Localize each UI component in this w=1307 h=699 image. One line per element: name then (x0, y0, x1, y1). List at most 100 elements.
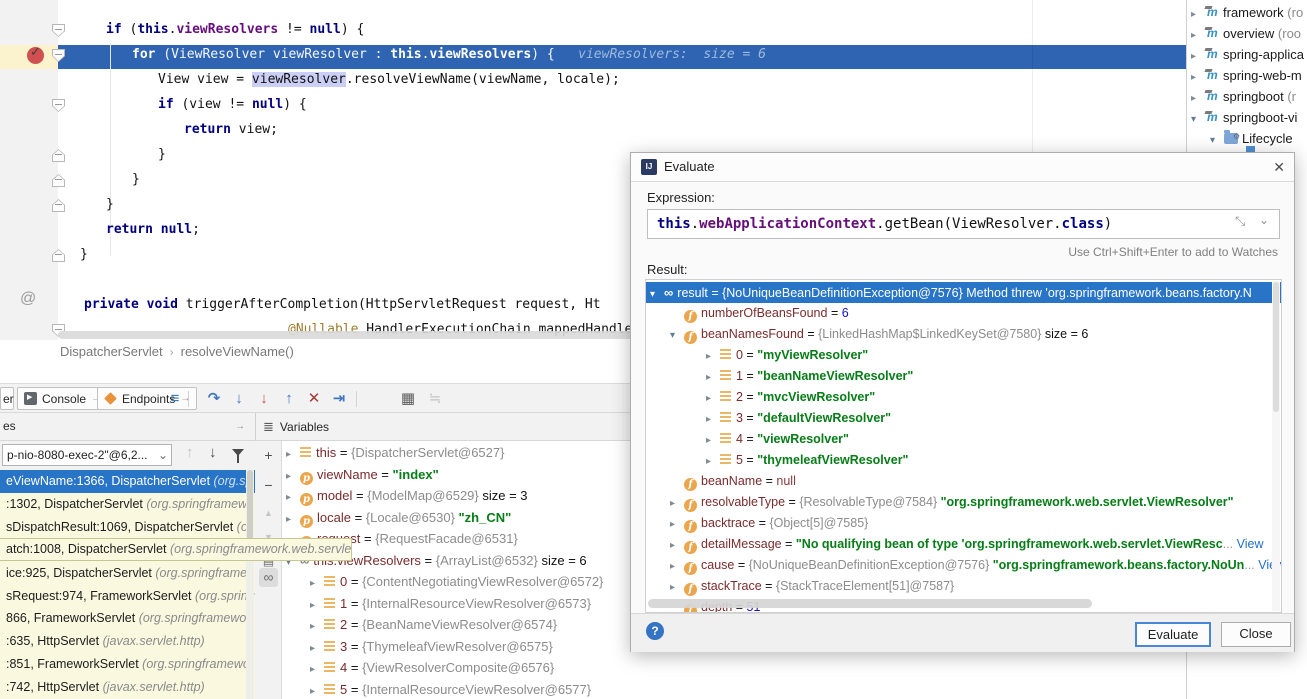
chevron-right-icon[interactable]: ▸ (310, 659, 324, 678)
help-icon[interactable]: ? (646, 622, 664, 640)
chevron-right-icon[interactable]: ▸ (706, 346, 720, 366)
chevron-right-icon[interactable]: ▸ (670, 556, 684, 576)
chevron-right-icon[interactable]: ▸ (706, 388, 720, 408)
result-tree-row[interactable]: ▸1 = "beanNameViewResolver" (646, 366, 1282, 387)
result-tree[interactable]: ▾∞result = {NoUniqueBeanDefinitionExcept… (645, 279, 1282, 613)
stack-frame-row[interactable]: eViewName:1366, DispatcherServlet (org.s… (0, 470, 255, 493)
variable-row[interactable]: ▸this = {DispatcherServlet@6527} (286, 442, 630, 463)
breadcrumb[interactable]: DispatcherServlet›resolveViewName() (60, 342, 294, 362)
variable-row[interactable]: ▸5 = {InternalResourceViewResolver@6577} (310, 679, 630, 699)
variable-row[interactable]: ▸1 = {InternalResourceViewResolver@6573} (310, 593, 630, 614)
result-tree-row[interactable]: ▸fresolvableType = {ResolvableType@7584}… (646, 492, 1282, 513)
pin-icon[interactable]: → (235, 413, 245, 440)
stack-frame-row[interactable]: :635, HttpServlet (javax.servlet.http) (0, 630, 255, 653)
evaluate-button[interactable]: Evaluate (1135, 622, 1211, 647)
drop-frame-button[interactable]: ✕ (303, 388, 325, 410)
fold-marker-icon[interactable] (52, 174, 65, 187)
show-watches-button[interactable]: ∞ (259, 568, 278, 587)
add-watch-button[interactable]: + (259, 446, 278, 465)
stack-frame-row[interactable]: ice:925, DispatcherServlet (org.springfr… (0, 562, 255, 585)
expression-input[interactable]: this.webApplicationContext.getBean(ViewR… (647, 209, 1280, 239)
variable-row[interactable]: ▸4 = {ViewResolverComposite@6576} (310, 657, 630, 678)
chevron-right-icon[interactable]: ▸ (1191, 25, 1205, 44)
result-tree-row[interactable]: ▸3 = "defaultViewResolver" (646, 408, 1282, 429)
maven-tree-item[interactable]: ▸springboot (r (1191, 86, 1307, 107)
variable-row[interactable]: ▸3 = {ThymeleafViewResolver@6575} (310, 636, 630, 657)
close-icon[interactable]: ✕ (1273, 153, 1285, 181)
chevron-down-icon[interactable]: ▾ (1191, 109, 1205, 128)
chevron-down-icon[interactable]: ▾ (670, 325, 684, 345)
chevron-right-icon[interactable]: ▸ (706, 430, 720, 450)
maven-tree-item[interactable]: ▸overview (roo (1191, 23, 1307, 44)
frame-down-button[interactable]: ↓ (209, 444, 217, 461)
stack-frames-list[interactable]: eViewName:1366, DispatcherServlet (org.s… (0, 470, 255, 699)
variable-row[interactable]: ▸2 = {BeanNameViewResolver@6574} (310, 614, 630, 635)
chevron-right-icon[interactable]: ▸ (286, 466, 300, 485)
variable-row[interactable]: ▸plocale = {Locale@6530} "zh_CN" (286, 507, 630, 528)
stack-frame-row[interactable]: 866, FrameworkServlet (org.springframewo (0, 607, 255, 630)
chevron-right-icon[interactable]: ▸ (1191, 46, 1205, 65)
stack-frame-row[interactable]: :742, HttpServlet (javax.servlet.http) (0, 676, 255, 699)
result-tree-row[interactable]: ▸4 = "viewResolver" (646, 429, 1282, 450)
result-tree-row[interactable]: ▸fstackTrace = {StackTraceElement[51]@75… (646, 576, 1282, 597)
fold-marker-icon[interactable] (52, 49, 65, 62)
result-tree-row[interactable]: fbeanName = null (646, 471, 1282, 492)
result-tree-row[interactable]: ▸fbacktrace = {Object[5]@7585} (646, 513, 1282, 534)
result-horizontal-scrollbar[interactable] (648, 599, 1092, 608)
chevron-right-icon[interactable]: ▸ (670, 577, 684, 597)
frame-up-button[interactable]: ↑ (186, 444, 194, 461)
layout-settings-button[interactable]: ≒ (424, 388, 446, 410)
result-tree-row[interactable]: ▸0 = "myViewResolver" (646, 345, 1282, 366)
chevron-right-icon[interactable]: ▸ (706, 451, 720, 471)
chevron-right-icon[interactable]: ▸ (286, 509, 300, 528)
fold-marker-icon[interactable] (52, 249, 65, 262)
close-button[interactable]: Close (1221, 622, 1291, 647)
chevron-right-icon[interactable]: ▸ (1191, 4, 1205, 23)
maven-tree-item[interactable]: ▸spring-web-m (1191, 65, 1307, 86)
chevron-down-icon[interactable]: ▾ (650, 284, 664, 303)
variable-row[interactable]: ▸pmodel = {ModelMap@6529} size = 3 (286, 485, 630, 506)
chevron-down-icon[interactable]: ⌄ (1259, 213, 1269, 227)
fold-marker-icon[interactable] (52, 99, 65, 112)
chevron-right-icon[interactable]: ▸ (706, 409, 720, 429)
chevron-right-icon[interactable]: ▸ (670, 514, 684, 534)
chevron-right-icon[interactable]: ▸ (670, 493, 684, 513)
chevron-down-icon[interactable]: ▾ (1210, 130, 1224, 149)
chevron-right-icon[interactable]: ▸ (310, 595, 324, 614)
evaluate-dialog-titlebar[interactable]: IJ Evaluate ✕ (631, 153, 1294, 182)
result-tree-row[interactable]: ▾fbeanNamesFound = {LinkedHashMap$Linked… (646, 324, 1282, 345)
result-vertical-scrollbar-thumb[interactable] (1273, 282, 1279, 412)
maven-tree-item[interactable]: ▾Lifecycle (1210, 128, 1307, 149)
chevron-right-icon[interactable]: ▸ (670, 535, 684, 555)
fold-marker-icon[interactable] (52, 199, 65, 212)
maven-tree-item[interactable]: ▸framework (ro (1191, 2, 1307, 23)
chevron-right-icon[interactable]: ▸ (1191, 88, 1205, 107)
force-step-into-button[interactable]: ↓ (253, 388, 275, 410)
thread-selector-dropdown[interactable]: p-nio-8080-exec-2"@6,2... ⌄ (2, 444, 172, 466)
frames-scrollbar-thumb[interactable] (247, 470, 253, 545)
chevron-right-icon[interactable]: ▸ (310, 681, 324, 699)
chevron-right-icon[interactable]: ▸ (286, 444, 300, 463)
chevron-right-icon[interactable]: ▸ (310, 638, 324, 657)
run-to-cursor-button[interactable]: ⇥ (328, 388, 350, 410)
stack-frame-row[interactable]: sDispatchResult:1069, DispatcherServlet … (0, 516, 255, 539)
result-tree-row[interactable]: ▸2 = "mvcViewResolver" (646, 387, 1282, 408)
maven-tree-item[interactable]: ▾springboot-vi (1191, 107, 1307, 128)
remove-watch-button[interactable]: − (259, 476, 278, 495)
step-into-button[interactable]: ↓ (228, 388, 250, 410)
maven-tree-item[interactable]: ▸spring-applica (1191, 44, 1307, 65)
breakpoint-icon[interactable] (27, 47, 44, 64)
threads-view-button[interactable]: ≡ (164, 388, 186, 410)
tab-console[interactable]: Console → (17, 387, 108, 410)
filter-frames-icon[interactable] (232, 449, 244, 456)
variable-row[interactable]: ▸pviewName = "index" (286, 464, 630, 485)
chevron-right-icon[interactable]: ▸ (1191, 67, 1205, 86)
fold-marker-icon[interactable] (52, 149, 65, 162)
breadcrumb-method[interactable]: resolveViewName() (181, 344, 294, 359)
result-tree-row[interactable]: ▾∞result = {NoUniqueBeanDefinitionExcept… (646, 282, 1282, 303)
stack-frame-row[interactable]: :1302, DispatcherServlet (org.springfram… (0, 493, 255, 516)
evaluate-expression-button[interactable]: ▦ (397, 388, 419, 410)
step-out-button[interactable]: ↑ (278, 388, 300, 410)
fold-marker-icon[interactable] (52, 24, 65, 37)
result-tree-row[interactable]: fnumberOfBeansFound = 6 (646, 303, 1282, 324)
